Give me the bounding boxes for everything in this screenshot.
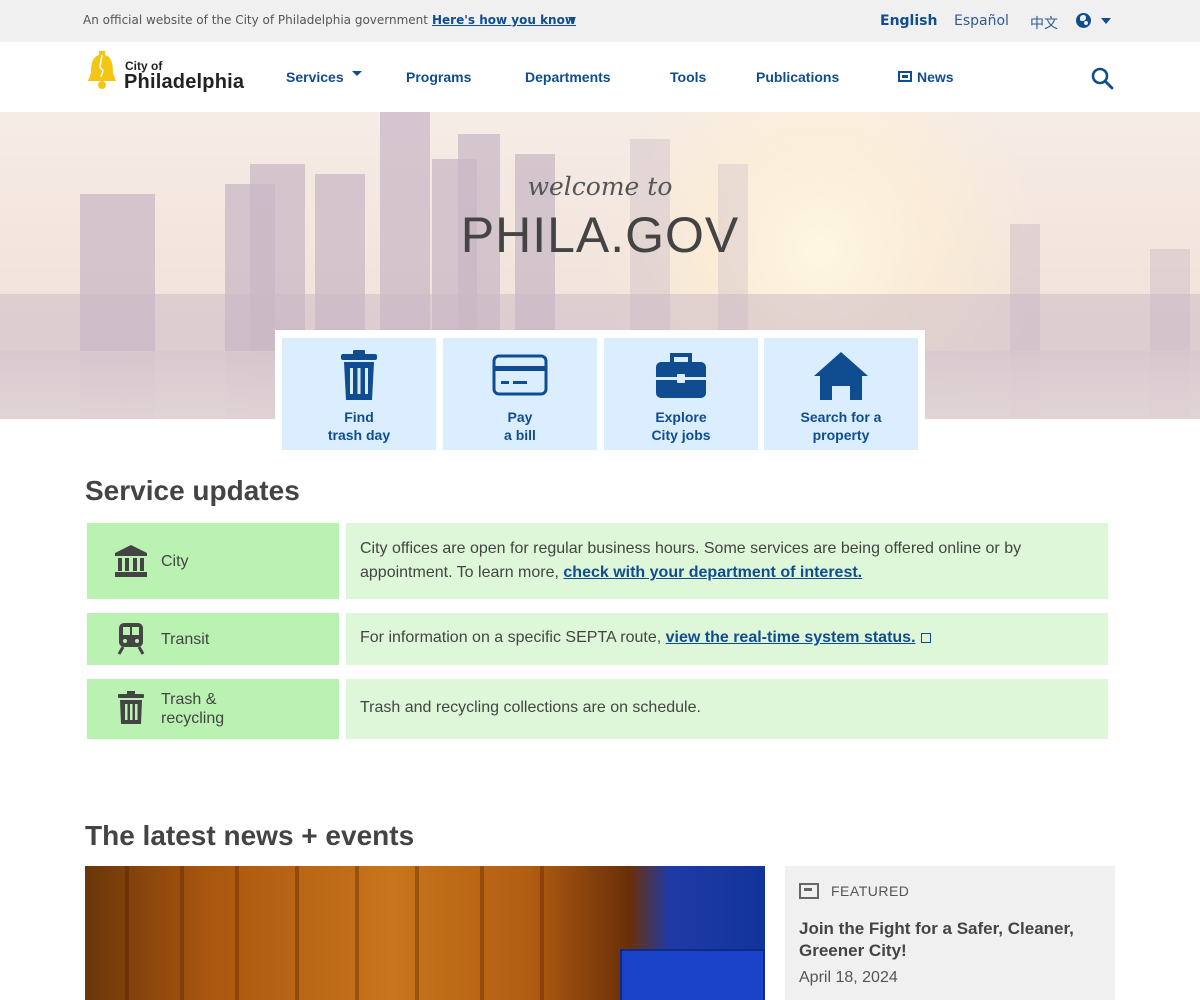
credit-card-icon — [492, 354, 548, 396]
liberty-bell-icon — [88, 51, 116, 89]
service-update-label: City — [161, 553, 189, 570]
service-update-text: Trash and recycling collections are on s… — [360, 699, 701, 716]
newspaper-icon — [799, 883, 819, 899]
nav-programs[interactable]: Programs — [406, 69, 471, 85]
service-update-row-city: City City offices are open for regular b… — [85, 523, 1110, 599]
featured-tag: FEATURED — [831, 883, 910, 899]
featured-title[interactable]: Join the Fight for a Safer, Cleaner, Gre… — [799, 918, 1104, 962]
hero-welcome-text: welcome to — [527, 172, 673, 201]
curtain-fold — [125, 866, 129, 1000]
tile-explore-jobs[interactable]: Explore City jobs — [604, 338, 758, 450]
tile-pay-bill[interactable]: Pay a bill — [443, 338, 597, 450]
home-icon — [814, 352, 868, 400]
official-site-text: An official website of the City of Phila… — [83, 13, 428, 27]
curtain-fold — [355, 866, 359, 1000]
quick-action-tiles: Find trash day Pay a bill Explore City jobs… — [275, 330, 925, 458]
service-update-row-trash: Trash & recycling Trash and recycling col… — [85, 679, 1110, 739]
tile-search-property[interactable]: Search for a property — [764, 338, 918, 450]
curtain-fold — [180, 866, 184, 1000]
curtain-fold — [540, 866, 544, 1000]
tile-label: Find trash day — [327, 409, 391, 443]
service-update-text-cell: For information on a specific SEPTA rout… — [346, 613, 1108, 665]
language-chinese[interactable]: 中文 — [1030, 13, 1058, 33]
search-icon[interactable] — [1090, 66, 1114, 90]
service-update-text: City offices are open for regular busine… — [360, 540, 1022, 581]
official-site-banner: An official website of the City of Phila… — [0, 0, 1200, 42]
curtain-fold — [415, 866, 419, 1000]
language-english[interactable]: English — [880, 13, 937, 29]
presentation-screen — [620, 949, 765, 1000]
service-update-label-cell: Trash & recycling — [87, 679, 339, 739]
news-photo[interactable] — [85, 866, 765, 1000]
service-update-label-cell: City — [87, 523, 339, 599]
chevron-down-icon — [568, 17, 576, 22]
trash-icon — [118, 691, 144, 724]
service-update-row-transit: Transit For information on a specific SE… — [85, 613, 1110, 665]
how-you-know-link[interactable]: Here's how you know — [432, 13, 576, 27]
globe-icon[interactable] — [1076, 13, 1091, 28]
service-update-text-cell: Trash and recycling collections are on s… — [346, 679, 1108, 739]
city-logo[interactable]: City of Philadelphia — [84, 47, 254, 97]
tile-label: Explore City jobs — [651, 409, 711, 443]
curtain-fold — [295, 866, 299, 1000]
site-header: City of Philadelphia Services Programs D… — [0, 42, 1200, 112]
tile-label: Search for a property — [800, 409, 882, 443]
service-update-text: For information on a specific SEPTA rout… — [360, 626, 1100, 650]
language-spanish[interactable]: Español — [954, 13, 1009, 29]
featured-news-card[interactable]: FEATURED Join the Fight for a Safer, Cle… — [785, 866, 1115, 1000]
nav-news[interactable]: News — [917, 69, 954, 85]
briefcase-icon — [656, 353, 706, 398]
nav-tools[interactable]: Tools — [670, 69, 706, 85]
services-chevron-down-icon[interactable] — [352, 71, 362, 76]
trash-icon — [341, 350, 377, 400]
curtain-fold — [480, 866, 484, 1000]
nav-publications[interactable]: Publications — [756, 69, 839, 85]
department-link[interactable]: check with your department of interest. — [563, 564, 862, 581]
service-update-label: Transit — [161, 631, 210, 648]
tile-label: Pay a bill — [504, 409, 536, 443]
service-update-label: Trash & recycling — [161, 691, 225, 727]
news-heading: The latest news + events — [85, 820, 415, 851]
language-menu-chevron-icon[interactable] — [1101, 18, 1111, 24]
train-icon — [117, 623, 145, 655]
nav-departments[interactable]: Departments — [525, 69, 611, 85]
tile-find-trash-day[interactable]: Find trash day — [282, 338, 436, 450]
newspaper-icon — [898, 71, 912, 82]
logo-philadelphia-text: Philadelphia — [124, 71, 245, 93]
hero-title: PHILA.GOV — [460, 207, 740, 263]
external-link-icon — [920, 633, 931, 643]
city-hall-icon — [115, 545, 147, 577]
featured-date: April 18, 2024 — [799, 969, 898, 986]
service-update-label-cell: Transit — [87, 613, 339, 665]
service-updates-heading: Service updates — [85, 475, 300, 506]
curtain-fold — [235, 866, 239, 1000]
service-update-text-cell: City offices are open for regular busine… — [346, 523, 1108, 599]
nav-services[interactable]: Services — [286, 69, 344, 85]
septa-status-link[interactable]: view the real-time system status. — [666, 629, 916, 646]
